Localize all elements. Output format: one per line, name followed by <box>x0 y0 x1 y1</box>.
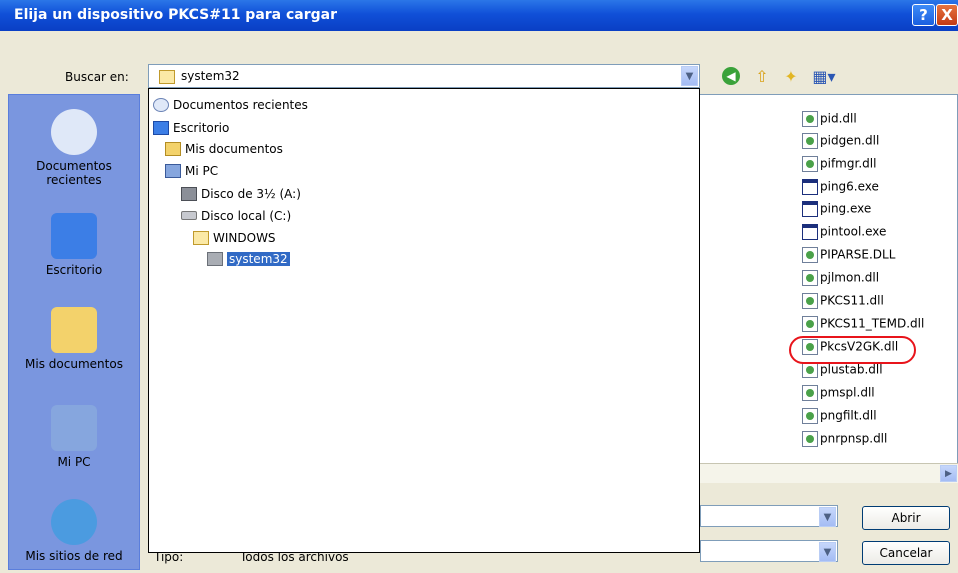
cancel-button[interactable]: Cancelar <box>862 541 950 565</box>
floppy-icon <box>181 186 197 201</box>
window-title: Elija un dispositivo PKCS#11 para cargar <box>14 7 338 23</box>
my-computer-icon <box>51 405 97 451</box>
file-item[interactable]: PKCS11.dll <box>802 293 884 312</box>
dll-icon <box>802 293 818 309</box>
recent-icon <box>153 97 169 112</box>
dll-icon <box>802 111 818 127</box>
file-item[interactable]: pnrpnsp.dll <box>802 431 887 450</box>
place-my-documents[interactable]: Mis documentos <box>9 307 139 371</box>
lookin-dropdown[interactable]: Documentos recientes Escritorio Mis docu… <box>148 88 700 553</box>
exe-icon <box>802 224 818 240</box>
lookin-value: system32 <box>181 69 240 83</box>
place-desktop[interactable]: Escritorio <box>9 213 139 277</box>
filename-input[interactable]: ▼ <box>700 505 838 527</box>
lookin-combobox[interactable]: system32 ▼ <box>148 64 700 88</box>
network-places-icon <box>51 499 97 545</box>
file-item[interactable]: pid.dll <box>802 111 857 130</box>
file-item[interactable]: pmspl.dll <box>802 385 875 404</box>
place-label: Mi PC <box>57 455 91 469</box>
file-item[interactable]: pintool.exe <box>802 224 886 243</box>
dropdown-item-my-pc[interactable]: Mi PC <box>165 162 218 181</box>
desktop-icon <box>153 120 169 135</box>
dll-icon <box>802 133 818 149</box>
place-label: Mis sitios de red <box>25 549 123 563</box>
dll-icon <box>802 362 818 378</box>
file-item[interactable]: PKCS11_TEMD.dll <box>802 316 924 335</box>
highlight-annotation <box>789 336 916 364</box>
help-button[interactable]: ? <box>912 4 935 26</box>
file-item[interactable]: pidgen.dll <box>802 133 879 152</box>
file-item[interactable]: pjlmon.dll <box>802 270 879 289</box>
open-folder-icon <box>193 230 209 245</box>
scroll-right-icon[interactable]: ▶ <box>940 465 957 482</box>
lookin-label: Buscar en: <box>65 70 129 84</box>
my-documents-icon <box>51 307 97 353</box>
place-label: Escritorio <box>45 263 103 277</box>
file-item[interactable]: pngfilt.dll <box>802 408 877 427</box>
places-bar: Documentos recientes Escritorio Mis docu… <box>8 94 140 570</box>
dll-icon <box>802 156 818 172</box>
file-item[interactable]: plustab.dll <box>802 362 883 381</box>
back-icon[interactable]: ◀ <box>722 67 740 85</box>
place-label: Mis documentos <box>25 357 123 371</box>
dropdown-item-desktop[interactable]: Escritorio <box>153 119 229 138</box>
dropdown-item-windows[interactable]: WINDOWS <box>193 229 276 248</box>
open-button[interactable]: Abrir <box>862 506 950 530</box>
new-folder-icon[interactable]: ✦ <box>781 67 801 87</box>
dll-icon <box>802 431 818 447</box>
chevron-down-icon[interactable]: ▼ <box>819 542 836 562</box>
dropdown-item-recent[interactable]: Documentos recientes <box>153 96 308 115</box>
place-label: Documentos recientes <box>36 159 112 187</box>
exe-icon <box>802 201 818 217</box>
file-item[interactable]: pifmgr.dll <box>802 156 876 175</box>
close-button[interactable]: X <box>936 4 958 26</box>
dropdown-item-local-disk[interactable]: Disco local (C:) <box>181 207 291 226</box>
dropdown-item-documents[interactable]: Mis documentos <box>165 140 283 159</box>
recent-docs-icon <box>51 109 97 155</box>
filetype-select[interactable]: ▼ <box>700 540 838 562</box>
title-bar: Elija un dispositivo PKCS#11 para cargar… <box>0 0 958 31</box>
folder-icon <box>159 70 175 84</box>
dll-icon <box>802 408 818 424</box>
file-item[interactable]: ping6.exe <box>802 179 879 198</box>
drive-icon <box>181 211 197 220</box>
file-item[interactable]: ping.exe <box>802 201 871 220</box>
dll-icon <box>802 385 818 401</box>
exe-icon <box>802 179 818 195</box>
dll-icon <box>802 270 818 286</box>
desktop-icon <box>51 213 97 259</box>
view-menu-icon[interactable]: ▦▾ <box>810 67 838 87</box>
chevron-down-icon[interactable]: ▼ <box>819 507 836 527</box>
folder-icon <box>207 251 223 266</box>
place-recent-docs[interactable]: Documentos recientes <box>9 109 139 187</box>
chevron-down-icon[interactable]: ▼ <box>681 66 698 86</box>
file-item[interactable]: PIPARSE.DLL <box>802 247 895 266</box>
computer-icon <box>165 163 181 178</box>
up-folder-icon[interactable]: ⇧ <box>752 67 772 87</box>
dll-icon <box>802 316 818 332</box>
place-network[interactable]: Mis sitios de red <box>9 499 139 563</box>
place-my-computer[interactable]: Mi PC <box>9 405 139 469</box>
dropdown-item-floppy[interactable]: Disco de 3½ (A:) <box>181 185 301 204</box>
dll-icon <box>802 247 818 263</box>
documents-folder-icon <box>165 141 181 156</box>
dropdown-item-system32[interactable]: system32 <box>207 250 290 269</box>
